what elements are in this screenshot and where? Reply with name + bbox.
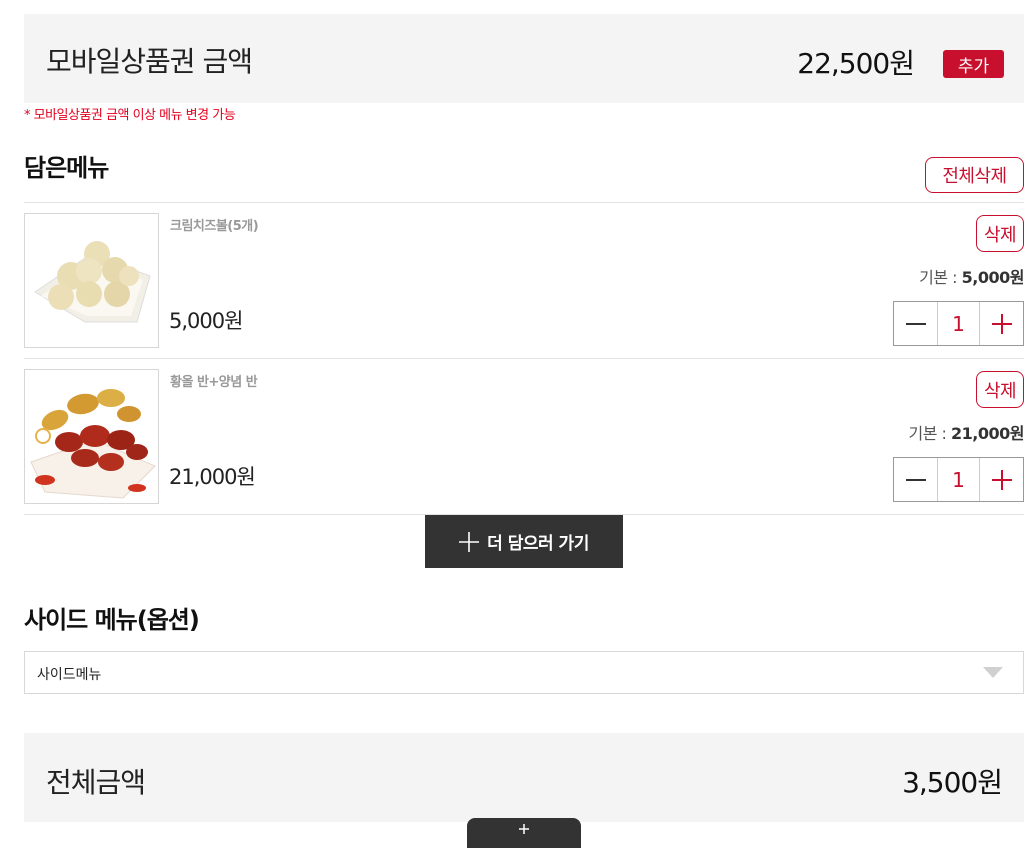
decrease-quantity-button[interactable] bbox=[894, 302, 937, 345]
base-price: 기본 : 21,000원 bbox=[908, 420, 1025, 444]
item-price: 5,000원 bbox=[169, 309, 243, 333]
minus-icon bbox=[905, 478, 926, 481]
base-price-value: 21,000원 bbox=[951, 424, 1024, 443]
base-price-label: 기본 : bbox=[919, 268, 962, 287]
cream-cheese-balls-photo-icon bbox=[24, 213, 159, 348]
add-voucher-button[interactable]: 추가 bbox=[943, 50, 1004, 78]
half-half-chicken-photo-icon bbox=[24, 369, 159, 504]
increase-quantity-button[interactable] bbox=[980, 302, 1023, 345]
voucher-notice: * 모바일상품권 금액 이상 메뉴 변경 가능 bbox=[24, 108, 236, 123]
bottom-floating-tab[interactable] bbox=[467, 818, 581, 848]
cart-title: 담은메뉴 bbox=[24, 154, 109, 182]
add-more-menu-button[interactable]: 더 담으러 가기 bbox=[425, 515, 623, 568]
total-amount: 3,500원 bbox=[902, 766, 1003, 799]
voucher-amount: 22,500원 bbox=[797, 47, 915, 80]
quantity-stepper: 1 bbox=[893, 301, 1024, 346]
side-menu-select[interactable]: 사이드메뉴 bbox=[24, 651, 1024, 694]
base-price-label: 기본 : bbox=[908, 424, 952, 443]
delete-all-button[interactable]: 전체삭제 bbox=[925, 157, 1024, 193]
divider bbox=[24, 202, 1024, 203]
voucher-amount-panel: 모바일상품권 금액 22,500원 추가 bbox=[24, 14, 1024, 103]
quantity-stepper: 1 bbox=[893, 457, 1024, 502]
voucher-title: 모바일상품권 금액 bbox=[46, 45, 253, 78]
item-name: 크림치즈볼(5개) bbox=[170, 219, 259, 234]
total-amount-panel: 전체금액 3,500원 bbox=[24, 733, 1024, 822]
delete-item-button[interactable]: 삭제 bbox=[976, 215, 1024, 252]
side-menu-selected-value: 사이드메뉴 bbox=[37, 667, 102, 683]
plus-icon bbox=[991, 313, 1012, 334]
increase-quantity-button[interactable] bbox=[980, 458, 1023, 501]
delete-item-button[interactable]: 삭제 bbox=[976, 371, 1024, 408]
divider bbox=[24, 358, 1024, 359]
item-price: 21,000원 bbox=[169, 465, 256, 489]
chevron-down-icon bbox=[983, 667, 1003, 678]
quantity-value: 1 bbox=[937, 302, 980, 345]
base-price-value: 5,000원 bbox=[961, 268, 1025, 287]
decrease-quantity-button[interactable] bbox=[894, 458, 937, 501]
item-name: 황올 반+양념 반 bbox=[170, 375, 258, 390]
base-price: 기본 : 5,000원 bbox=[919, 264, 1024, 288]
plus-icon bbox=[991, 469, 1012, 490]
total-label: 전체금액 bbox=[46, 766, 146, 799]
add-more-label: 더 담으러 가기 bbox=[487, 534, 589, 554]
side-menu-title: 사이드 메뉴(옵션) bbox=[24, 606, 200, 634]
minus-icon bbox=[905, 322, 926, 325]
plus-icon bbox=[459, 531, 480, 552]
quantity-value: 1 bbox=[937, 458, 980, 501]
